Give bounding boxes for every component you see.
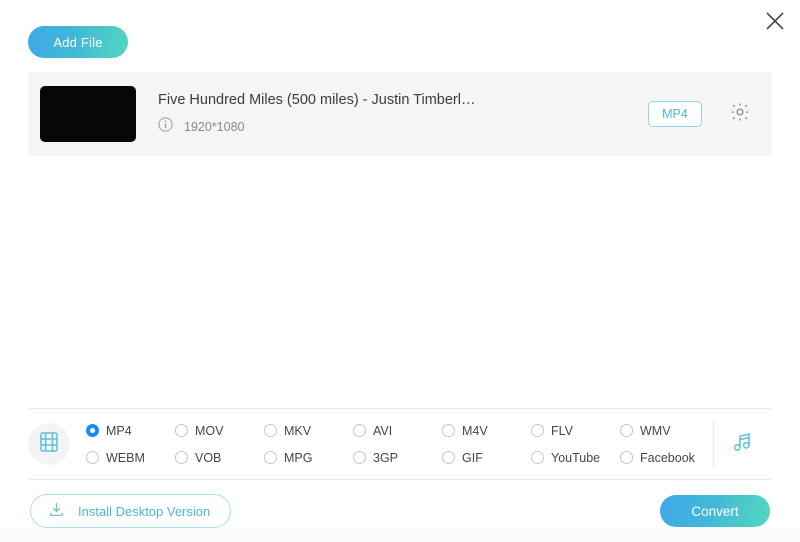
format-option-m4v[interactable]: M4V — [442, 424, 531, 438]
format-option-mov[interactable]: MOV — [175, 424, 264, 438]
format-option-label: MPG — [284, 450, 313, 465]
format-option-youtube[interactable]: YouTube — [531, 451, 620, 465]
format-option-label: MP4 — [106, 423, 132, 438]
radio-icon — [353, 451, 366, 464]
format-option-mpg[interactable]: MPG — [264, 451, 353, 465]
format-option-label: MKV — [284, 423, 312, 438]
file-info: Five Hundred Miles (500 miles) - Justin … — [158, 92, 648, 137]
video-thumbnail — [40, 86, 136, 142]
info-circle-icon[interactable] — [158, 116, 173, 137]
format-option-vob[interactable]: VOB — [175, 451, 264, 465]
radio-icon — [86, 424, 99, 437]
gear-icon — [729, 101, 751, 128]
format-option-flv[interactable]: FLV — [531, 424, 620, 438]
format-option-mp4[interactable]: MP4 — [86, 424, 175, 438]
radio-icon — [442, 451, 455, 464]
format-option-avi[interactable]: AVI — [353, 424, 442, 438]
radio-icon — [264, 451, 277, 464]
radio-icon — [175, 424, 188, 437]
close-window-button[interactable] — [758, 4, 792, 38]
radio-icon — [620, 424, 633, 437]
format-option-webm[interactable]: WEBM — [86, 451, 175, 465]
radio-icon — [531, 424, 544, 437]
convert-button[interactable]: Convert — [660, 495, 770, 527]
file-list-item[interactable]: Five Hundred Miles (500 miles) - Justin … — [28, 72, 772, 156]
format-option-facebook[interactable]: Facebook — [620, 451, 709, 465]
download-icon — [47, 500, 66, 522]
radio-icon — [442, 424, 455, 437]
format-option-label: YouTube — [551, 450, 601, 465]
file-settings-button[interactable] — [728, 102, 752, 126]
format-option-label: MOV — [195, 423, 224, 438]
format-option-3gp[interactable]: 3GP — [353, 451, 442, 465]
add-file-button[interactable]: Add File — [28, 26, 128, 58]
format-option-wmv[interactable]: WMV — [620, 424, 709, 438]
file-list: Five Hundred Miles (500 miles) - Justin … — [0, 72, 800, 156]
format-option-label: VOB — [195, 450, 222, 465]
window-bottom-strip — [0, 528, 800, 542]
format-option-label: Facebook — [640, 450, 695, 465]
format-option-label: 3GP — [373, 450, 399, 465]
format-options: MP4 MOV MKV AVI M4V FLV WMV WEBM VOB MPG… — [86, 417, 709, 471]
format-option-label: WEBM — [106, 450, 145, 465]
file-title: Five Hundred Miles (500 miles) - Justin … — [158, 91, 476, 108]
radio-icon — [86, 451, 99, 464]
toolbar: Add File — [0, 0, 800, 72]
film-strip-icon — [37, 430, 61, 459]
format-option-label: GIF — [462, 450, 483, 465]
radio-icon — [353, 424, 366, 437]
format-option-mkv[interactable]: MKV — [264, 424, 353, 438]
radio-icon — [620, 451, 633, 464]
audio-format-tab[interactable] — [714, 429, 772, 460]
format-option-label: FLV — [551, 423, 573, 438]
format-option-label: WMV — [640, 423, 671, 438]
install-desktop-version-button[interactable]: Install Desktop Version — [30, 494, 232, 528]
file-resolution: 1920*1080 — [184, 119, 245, 134]
format-option-label: AVI — [373, 423, 393, 438]
format-option-gif[interactable]: GIF — [442, 451, 531, 465]
radio-icon — [264, 424, 277, 437]
format-option-label: M4V — [462, 423, 488, 438]
video-format-tab[interactable] — [28, 423, 70, 465]
converter-window: Add File Five Hundred Miles (500 miles) … — [0, 0, 800, 542]
file-subinfo: 1920*1080 — [158, 116, 648, 137]
close-icon — [764, 10, 786, 32]
install-button-label: Install Desktop Version — [78, 503, 211, 519]
format-picker: MP4 MOV MKV AVI M4V FLV WMV WEBM VOB MPG… — [0, 409, 800, 479]
music-note-icon — [730, 429, 756, 460]
radio-icon — [531, 451, 544, 464]
radio-icon — [175, 451, 188, 464]
file-output-format-badge[interactable]: MP4 — [648, 101, 702, 127]
drop-zone[interactable] — [0, 156, 800, 408]
